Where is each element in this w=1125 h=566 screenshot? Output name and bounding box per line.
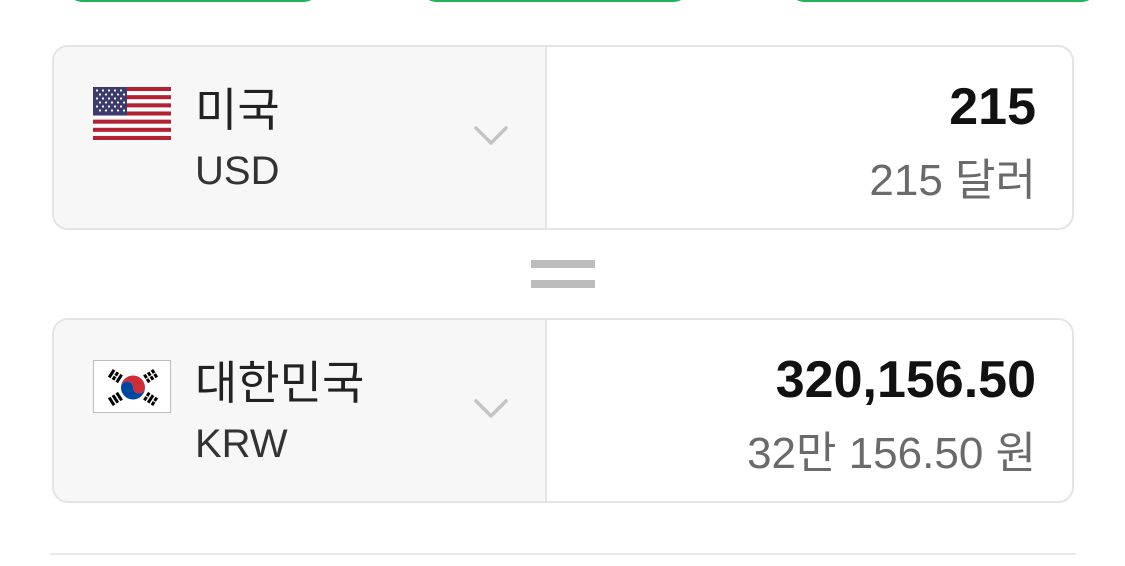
kr-flag-icon (93, 360, 171, 413)
equals-bar-top (531, 260, 595, 268)
bottom-divider (50, 553, 1076, 555)
from-amount-value: 215 (949, 78, 1036, 136)
chevron-down-icon (474, 398, 508, 420)
to-country-name: 대한민국 (195, 357, 365, 409)
chevron-down-icon (474, 125, 508, 147)
to-currency-selector[interactable]: 대한민국 KRW (54, 320, 547, 501)
top-tab-row (0, 0, 1125, 4)
top-tab-3[interactable] (790, 0, 1096, 2)
to-amount-text: 32만 156.50 원 (747, 429, 1036, 478)
to-amount-value: 320,156.50 (775, 351, 1036, 409)
equals-bar-bottom (531, 280, 595, 288)
from-amount-input[interactable]: 215 215 달러 (547, 47, 1072, 228)
to-currency-box: 대한민국 KRW 320,156.50 32만 156.50 원 (52, 318, 1074, 503)
to-currency-code: KRW (195, 422, 288, 466)
equals-icon (531, 260, 595, 289)
from-currency-box: 미국 USD 215 215 달러 (52, 45, 1074, 230)
currency-converter: 미국 USD 215 215 달러 대한민국 KRW 320,156.50 32… (0, 0, 1125, 566)
from-currency-code: USD (195, 149, 280, 193)
to-amount-output[interactable]: 320,156.50 32만 156.50 원 (547, 320, 1072, 501)
top-tab-1[interactable] (68, 0, 318, 2)
us-flag-icon (93, 87, 171, 140)
from-amount-text: 215 달러 (869, 156, 1036, 205)
top-tab-2[interactable] (422, 0, 688, 2)
from-country-name: 미국 (195, 84, 280, 136)
from-currency-selector[interactable]: 미국 USD (54, 47, 547, 228)
